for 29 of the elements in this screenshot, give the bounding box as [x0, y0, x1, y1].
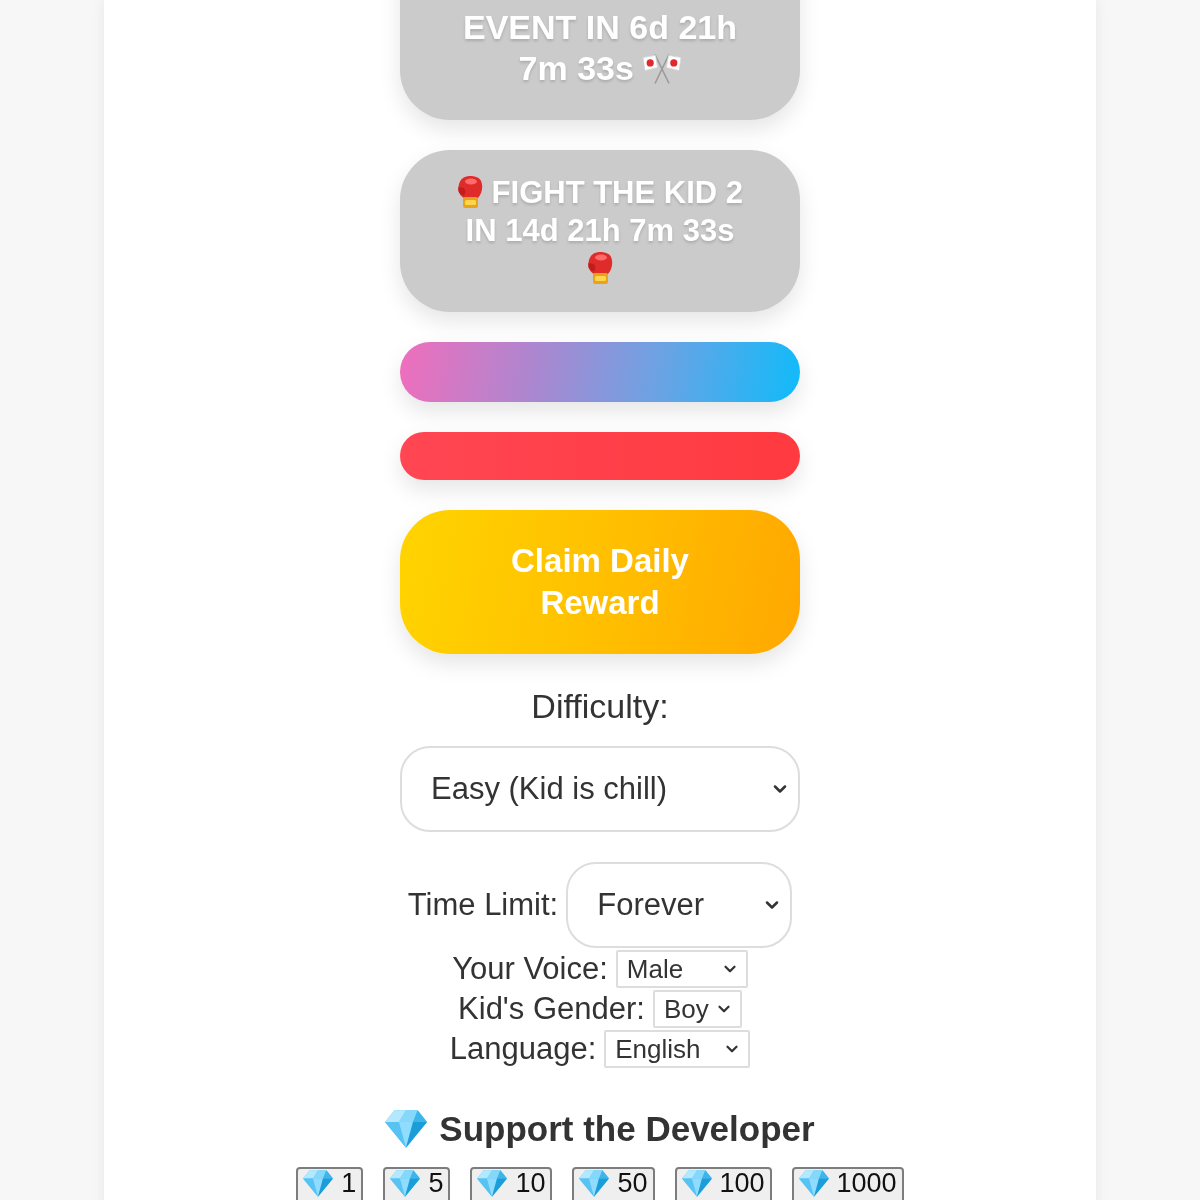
difficulty-label: Difficulty: — [531, 686, 669, 726]
solid-button[interactable] — [400, 432, 800, 480]
donate-button[interactable]: 1000 — [791, 1167, 904, 1200]
setting-label: Time Limit: — [407, 886, 559, 924]
setting-select[interactable]: Male — [615, 950, 748, 988]
diamond-icon — [681, 1170, 712, 1197]
diamond-icon — [477, 1170, 508, 1197]
donate-button[interactable]: 1 — [296, 1167, 364, 1200]
difficulty-select[interactable]: Easy (Kid is chill) — [400, 746, 800, 832]
setting-label: Language: — [449, 1030, 597, 1068]
support-heading: Support the Developer — [439, 1108, 815, 1150]
diamond-icon — [385, 1110, 428, 1148]
setting-label: Kid's Gender: — [458, 990, 645, 1028]
donate-button[interactable]: 100 — [674, 1167, 772, 1200]
donate-button[interactable]: 50 — [572, 1167, 655, 1200]
setting-select[interactable]: English — [604, 1030, 751, 1068]
gradient-button[interactable] — [400, 342, 800, 402]
crossed-flags-icon — [643, 54, 682, 84]
diamond-icon — [390, 1170, 421, 1197]
donate-button[interactable]: 5 — [383, 1167, 451, 1200]
setting-select[interactable]: Boy — [652, 990, 742, 1028]
boxing-glove-icon — [456, 176, 483, 208]
setting-select[interactable]: Forever — [566, 862, 793, 948]
donate-button[interactable]: 10 — [470, 1167, 553, 1200]
boxing-glove-icon — [587, 252, 613, 284]
diamond-icon — [798, 1170, 829, 1197]
diamond-icon — [303, 1170, 334, 1197]
diamond-icon — [579, 1170, 610, 1197]
setting-label: Your Voice: — [452, 950, 608, 988]
